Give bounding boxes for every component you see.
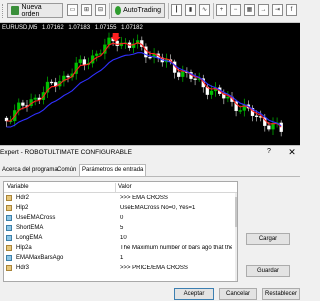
autoscroll-icon[interactable]: →	[258, 4, 269, 16]
param-value[interactable]: 5	[120, 225, 232, 231]
candle-body	[238, 110, 242, 112]
table-row[interactable]: Hdr2 >>> EMA CROSS	[4, 194, 237, 203]
candle-body	[181, 71, 185, 77]
chart-low: 1.07155	[94, 25, 117, 31]
number-param-icon	[6, 225, 12, 231]
main-toolbar: Nueva orden ▭ ⊞ ⊟ AutoTrading ┃ ▮ ∿ + − …	[0, 0, 300, 23]
new-order-icon	[11, 6, 20, 15]
candle-body	[115, 40, 119, 47]
candle-body	[209, 90, 214, 95]
param-value[interactable]: 0	[120, 215, 232, 221]
new-order-label: Nueva orden	[21, 3, 42, 18]
autotrading-button[interactable]: AutoTrading	[111, 3, 165, 18]
candle-body	[66, 75, 70, 78]
toolbar-grip-icon	[2, 3, 4, 18]
table-row[interactable]: Hlp2 UseEMACross No=0, Yes=1	[4, 204, 237, 213]
column-variable[interactable]: Variable	[7, 184, 29, 190]
help-icon[interactable]: ?	[264, 148, 274, 155]
autotrading-play-icon	[115, 6, 122, 15]
candle-chart-icon[interactable]: ▮	[185, 4, 196, 16]
chart-window-icon[interactable]: ▭	[67, 4, 78, 16]
candle-body	[193, 78, 197, 80]
param-name: Hdr2	[16, 195, 30, 201]
candle-body	[82, 59, 87, 65]
param-name: ShortEMA	[16, 225, 44, 231]
table-scrollbar[interactable]	[235, 193, 237, 281]
chart-symbol: EURUSD,M5	[2, 25, 38, 31]
table-row[interactable]: LongEMA 10	[4, 234, 237, 243]
param-value[interactable]: The Maximum number of bars ago that the …	[120, 245, 232, 251]
param-name: EMAMaxBarsAgo	[16, 255, 64, 261]
number-param-icon	[6, 215, 12, 221]
param-value[interactable]: 1	[120, 255, 232, 261]
indicators-icon[interactable]: f	[286, 4, 297, 16]
chart-high: 1.07183	[68, 25, 91, 31]
number-param-icon	[6, 255, 12, 261]
reset-button[interactable]: Restablecer	[262, 288, 300, 300]
new-order-button[interactable]: Nueva orden	[7, 3, 63, 18]
param-name: UseEMACross	[16, 215, 56, 221]
string-param-icon	[6, 205, 12, 211]
param-name: LongEMA	[16, 235, 43, 241]
param-value[interactable]: 10	[120, 235, 232, 241]
candle-body	[78, 59, 82, 64]
chart-mode-icon[interactable]: ⊟	[95, 4, 106, 16]
bar-chart-icon[interactable]: ┃	[171, 4, 182, 16]
line-chart-icon[interactable]: ∿	[199, 4, 210, 16]
param-value[interactable]: >>> EMA CROSS	[120, 195, 232, 201]
column-value[interactable]: Valor	[118, 184, 132, 190]
parameters-table: Variable Valor Hdr2 >>> EMA CROSS Hlp2 U…	[3, 181, 238, 282]
zoom-out-icon[interactable]: −	[230, 4, 241, 16]
tab-about[interactable]: Acerca del programa	[0, 165, 60, 176]
close-icon[interactable]: ✕	[286, 147, 298, 158]
chart-open: 1.07162	[42, 25, 64, 31]
candle-body	[279, 122, 283, 132]
param-value[interactable]: UseEMACross No=0, Yes=1	[120, 205, 232, 211]
param-name: Hlp2	[16, 205, 29, 211]
save-button[interactable]: Guardar	[246, 265, 290, 277]
table-row[interactable]: EMAMaxBarsAgo 1	[4, 254, 237, 263]
chart-close: 1.07182	[121, 25, 143, 31]
table-row[interactable]: Hdr3 >>> PRICE/EMA CROSS	[4, 264, 237, 273]
cancel-button[interactable]: Cancelar	[219, 288, 257, 300]
candle-body	[49, 81, 54, 84]
candle-body	[21, 102, 25, 106]
string-param-icon	[6, 245, 12, 251]
table-row[interactable]: UseEMACross 0	[4, 214, 237, 223]
autotrading-label: AutoTrading	[123, 7, 161, 14]
scrollbar-thumb[interactable]	[235, 197, 237, 227]
load-button[interactable]: Cargar	[246, 233, 290, 245]
candle-body	[33, 97, 37, 100]
string-param-icon	[6, 195, 12, 201]
table-row[interactable]: Hlp2a The Maximum number of bars ago tha…	[4, 244, 237, 253]
table-row[interactable]: ShortEMA 5	[4, 224, 237, 233]
tab-common[interactable]: Común	[55, 165, 78, 176]
price-chart[interactable]: EURUSD,M5 1.07162 1.07183 1.07155 1.0718…	[0, 23, 300, 145]
chart-zoom-icon[interactable]: ⊞	[81, 4, 92, 16]
candle-body	[267, 125, 271, 130]
candle-body	[95, 53, 99, 56]
param-name: Hlp2a	[16, 245, 32, 251]
tile-windows-icon[interactable]: ▦	[244, 4, 255, 16]
expert-dialog: Expert - ROBOTULTIMATE CONFIGURABLE ? ✕ …	[0, 145, 300, 301]
candle-body	[107, 37, 111, 45]
chart-shift-icon[interactable]: ⇥	[272, 4, 283, 16]
param-value[interactable]: >>> PRICE/EMA CROSS	[120, 265, 232, 271]
dialog-title: Expert - ROBOTULTIMATE CONFIGURABLE	[0, 149, 132, 156]
chart-canvas	[4, 32, 283, 137]
accept-button[interactable]: Aceptar	[174, 288, 214, 300]
chart-header: EURUSD,M5 1.07162 1.07183 1.07155 1.0718…	[2, 25, 146, 31]
candle-body	[148, 56, 152, 59]
zoom-in-icon[interactable]: +	[216, 4, 227, 16]
table-header: Variable Valor	[4, 182, 237, 193]
param-name: Hdr3	[16, 265, 30, 271]
number-param-icon	[6, 235, 12, 241]
string-param-icon	[6, 265, 12, 271]
candle-body	[254, 115, 259, 117]
candle-body	[177, 72, 181, 77]
candle-body	[226, 96, 230, 99]
